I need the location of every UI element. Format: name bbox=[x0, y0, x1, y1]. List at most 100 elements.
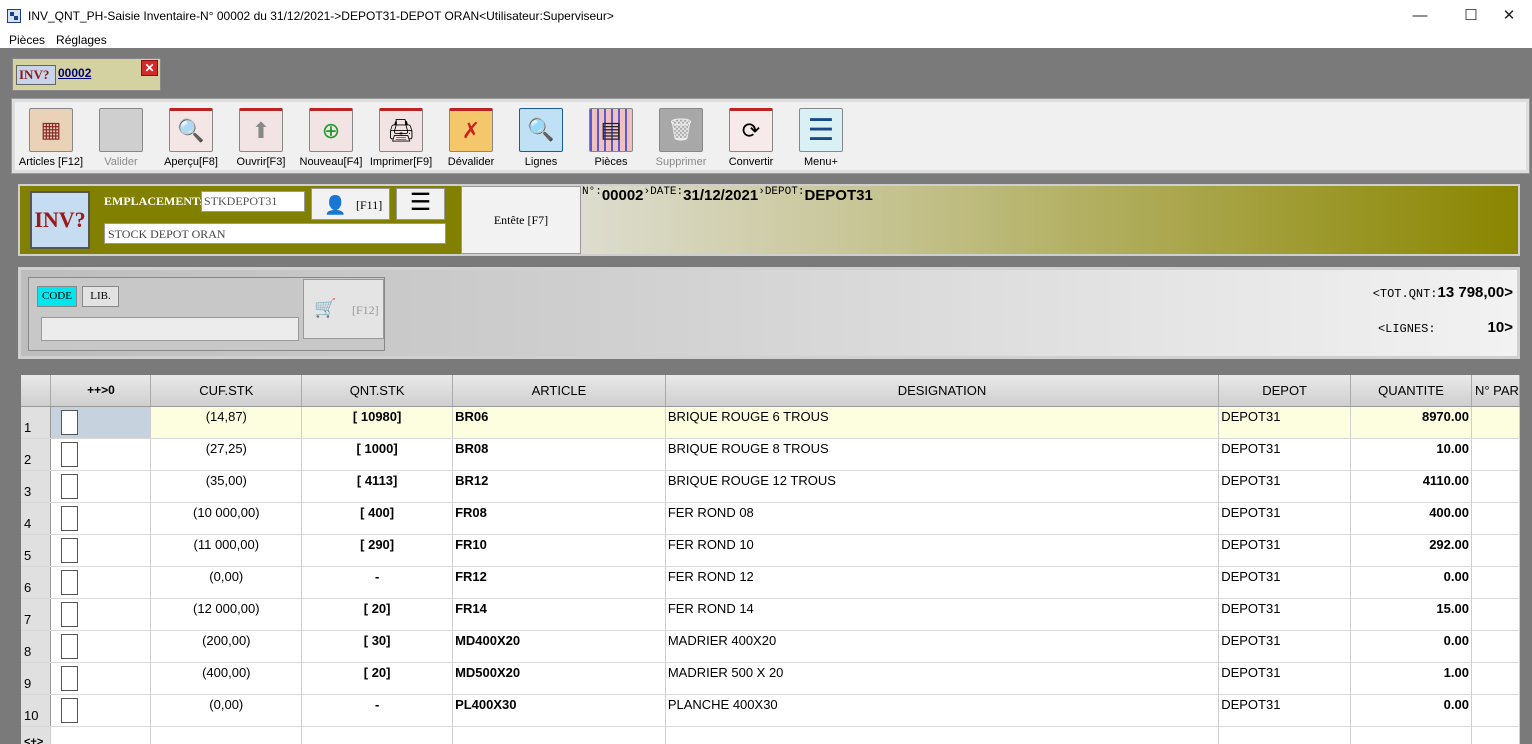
document-tab[interactable]: INV? 00002 ✕ bbox=[12, 58, 161, 91]
validate-button[interactable]: Valider bbox=[86, 108, 156, 170]
column-header-cuf-stk[interactable]: CUF.STK bbox=[150, 375, 303, 407]
cell-quantite[interactable]: 0.00 bbox=[1350, 566, 1472, 599]
checkbox[interactable] bbox=[61, 665, 79, 691]
navigation-toggle[interactable]: <+> bbox=[21, 726, 52, 744]
table-row[interactable]: 5 (11 000,00)[ 290] FR10 FER ROND 10 DEPOT31… bbox=[21, 534, 1520, 567]
row-checkbox[interactable] bbox=[50, 662, 152, 695]
cell-depot[interactable]: DEPOT31 bbox=[1218, 630, 1352, 663]
cell-depot[interactable]: DEPOT31 bbox=[1218, 438, 1352, 471]
cell-qnt-stk[interactable]: [ 4113] bbox=[301, 470, 454, 503]
close-tab-icon[interactable]: ✕ bbox=[141, 60, 158, 76]
cell-article[interactable]: MD500X20 bbox=[452, 662, 666, 695]
cell-designation[interactable]: BRIQUE ROUGE 6 TROUS bbox=[665, 406, 1220, 439]
user-button[interactable]: 👤 [F11] bbox=[311, 188, 390, 220]
menu-plus-button[interactable]: ☰ Menu+ bbox=[786, 108, 856, 170]
table-row[interactable]: 10 (0,00) - PL400X30 PLANCHE 400X30 DEPOT31 0.… bbox=[21, 694, 1520, 727]
cell-quantite[interactable]: 15.00 bbox=[1350, 598, 1472, 631]
cell-qnt-stk[interactable]: [ 1000] bbox=[301, 438, 454, 471]
column-header-num-par[interactable]: N° PAR bbox=[1471, 375, 1520, 407]
cell-quantite[interactable]: 400.00 bbox=[1350, 502, 1472, 535]
table-row[interactable]: 4 (10 000,00)[ 400] FR08 FER ROND 08 DEPOT31… bbox=[21, 502, 1520, 535]
menu-pieces[interactable]: Pièces bbox=[9, 33, 45, 47]
cell-cuf-stk[interactable]: (27,25) bbox=[150, 438, 303, 471]
cell-cuf-stk[interactable]: (0,00) bbox=[150, 694, 303, 727]
cell-quantite[interactable]: 4110.00 bbox=[1350, 470, 1472, 503]
delete-button[interactable]: 🗑 Supprimer bbox=[646, 108, 716, 170]
cell-quantite[interactable]: 0.00 bbox=[1350, 694, 1472, 727]
cell-cuf-stk[interactable]: (35,00) bbox=[150, 470, 303, 503]
table-row[interactable]: 9 (400,00)[ 20] MD500X20 MADRIER 500 X 20 DE… bbox=[21, 662, 1520, 695]
hamburger-menu-icon[interactable]: ☰ bbox=[396, 188, 445, 220]
cell-depot[interactable]: DEPOT31 bbox=[1218, 406, 1352, 439]
cell-article[interactable]: MD400X20 bbox=[452, 630, 666, 663]
checkbox[interactable] bbox=[61, 697, 79, 723]
checkbox[interactable] bbox=[61, 505, 79, 531]
cell-num-par[interactable] bbox=[1471, 630, 1520, 663]
row-checkbox[interactable] bbox=[50, 566, 152, 599]
cell-cuf-stk[interactable]: (400,00) bbox=[150, 662, 303, 695]
cell-num-par[interactable] bbox=[1471, 502, 1520, 535]
checkbox[interactable] bbox=[61, 569, 79, 595]
checkbox[interactable] bbox=[61, 537, 79, 563]
cell-quantite[interactable]: 8970.00 bbox=[1350, 406, 1472, 439]
lib-mode-toggle[interactable]: LIB. bbox=[82, 286, 119, 307]
emplacement-name-field[interactable]: STOCK DEPOT ORAN bbox=[104, 223, 446, 244]
cell-depot[interactable]: DEPOT31 bbox=[1218, 534, 1352, 567]
cell-depot[interactable]: DEPOT31 bbox=[1218, 598, 1352, 631]
checkbox[interactable] bbox=[61, 601, 79, 627]
minimize-button[interactable]: — bbox=[1397, 0, 1443, 31]
cell-cuf-stk[interactable]: (14,87) bbox=[150, 406, 303, 439]
column-header-check[interactable]: ++>0 bbox=[50, 375, 152, 407]
code-mode-toggle[interactable]: CODE bbox=[37, 286, 77, 307]
cell-depot[interactable]: DEPOT31 bbox=[1218, 662, 1352, 695]
cell-cuf-stk[interactable]: (12 000,00) bbox=[150, 598, 303, 631]
cell-depot[interactable]: DEPOT31 bbox=[1218, 694, 1352, 727]
cell-designation[interactable]: FER ROND 10 bbox=[665, 534, 1220, 567]
cell-num-par[interactable] bbox=[1471, 694, 1520, 727]
column-header-qnt-stk[interactable]: QNT.STK bbox=[301, 375, 454, 407]
document-tab-label[interactable]: 00002 bbox=[58, 66, 91, 80]
convert-button[interactable]: ⟳ Convertir bbox=[716, 108, 786, 170]
cell-qnt-stk[interactable]: - bbox=[301, 566, 454, 599]
cell-article[interactable]: BR06 bbox=[452, 406, 666, 439]
cell-cuf-stk[interactable]: (11 000,00) bbox=[150, 534, 303, 567]
print-button[interactable]: 🖨 Imprimer[F9] bbox=[366, 108, 436, 170]
checkbox[interactable] bbox=[61, 473, 79, 499]
cell-qnt-stk[interactable]: [ 10980] bbox=[301, 406, 454, 439]
new-button[interactable]: ⊕ Nouveau[F4] bbox=[296, 108, 366, 170]
menu-reglages[interactable]: Réglages bbox=[56, 33, 107, 47]
cell-article[interactable]: BR12 bbox=[452, 470, 666, 503]
row-checkbox[interactable] bbox=[50, 534, 152, 567]
entete-button[interactable]: Entête [F7] bbox=[461, 186, 581, 254]
table-row[interactable]: 1 (14,87)[ 10980] BR06 BRIQUE ROUGE 6 TROUS… bbox=[21, 406, 1520, 439]
cell-qnt-stk[interactable]: [ 30] bbox=[301, 630, 454, 663]
cell-designation[interactable]: PLANCHE 400X30 bbox=[665, 694, 1220, 727]
cell-depot[interactable]: DEPOT31 bbox=[1218, 566, 1352, 599]
column-header-depot[interactable]: DEPOT bbox=[1218, 375, 1352, 407]
cell-article[interactable]: FR14 bbox=[452, 598, 666, 631]
cell-article[interactable]: PL400X30 bbox=[452, 694, 666, 727]
table-row[interactable]: 6 (0,00) - FR12 FER ROND 12 DEPOT31 0.00 bbox=[21, 566, 1520, 599]
articles-button[interactable]: ▦ Articles [F12] bbox=[16, 108, 86, 170]
cell-qnt-stk[interactable]: [ 20] bbox=[301, 662, 454, 695]
column-header-quantite[interactable]: QUANTITE bbox=[1350, 375, 1472, 407]
cell-article[interactable]: FR10 bbox=[452, 534, 666, 567]
column-header-designation[interactable]: DESIGNATION bbox=[665, 375, 1220, 407]
emplacement-code-field[interactable]: STKDEPOT31 bbox=[201, 191, 305, 212]
cell-qnt-stk[interactable]: [ 20] bbox=[301, 598, 454, 631]
table-row[interactable]: 7 (12 000,00)[ 20] FR14 FER ROND 14 DEPOT31 1… bbox=[21, 598, 1520, 631]
column-header-article[interactable]: ARTICLE bbox=[452, 375, 666, 407]
checkbox[interactable] bbox=[61, 409, 79, 435]
cell-designation[interactable]: FER ROND 14 bbox=[665, 598, 1220, 631]
cell-num-par[interactable] bbox=[1471, 406, 1520, 439]
close-window-button[interactable]: ✕ bbox=[1486, 0, 1532, 31]
row-checkbox[interactable] bbox=[50, 598, 152, 631]
cell-num-par[interactable] bbox=[1471, 438, 1520, 471]
cell-designation[interactable]: MADRIER 500 X 20 bbox=[665, 662, 1220, 695]
row-checkbox[interactable] bbox=[50, 502, 152, 535]
cell-num-par[interactable] bbox=[1471, 662, 1520, 695]
cell-depot[interactable]: DEPOT31 bbox=[1218, 470, 1352, 503]
cell-num-par[interactable] bbox=[1471, 566, 1520, 599]
open-button[interactable]: ⬆ Ouvrir[F3] bbox=[226, 108, 296, 170]
cell-num-par[interactable] bbox=[1471, 534, 1520, 567]
